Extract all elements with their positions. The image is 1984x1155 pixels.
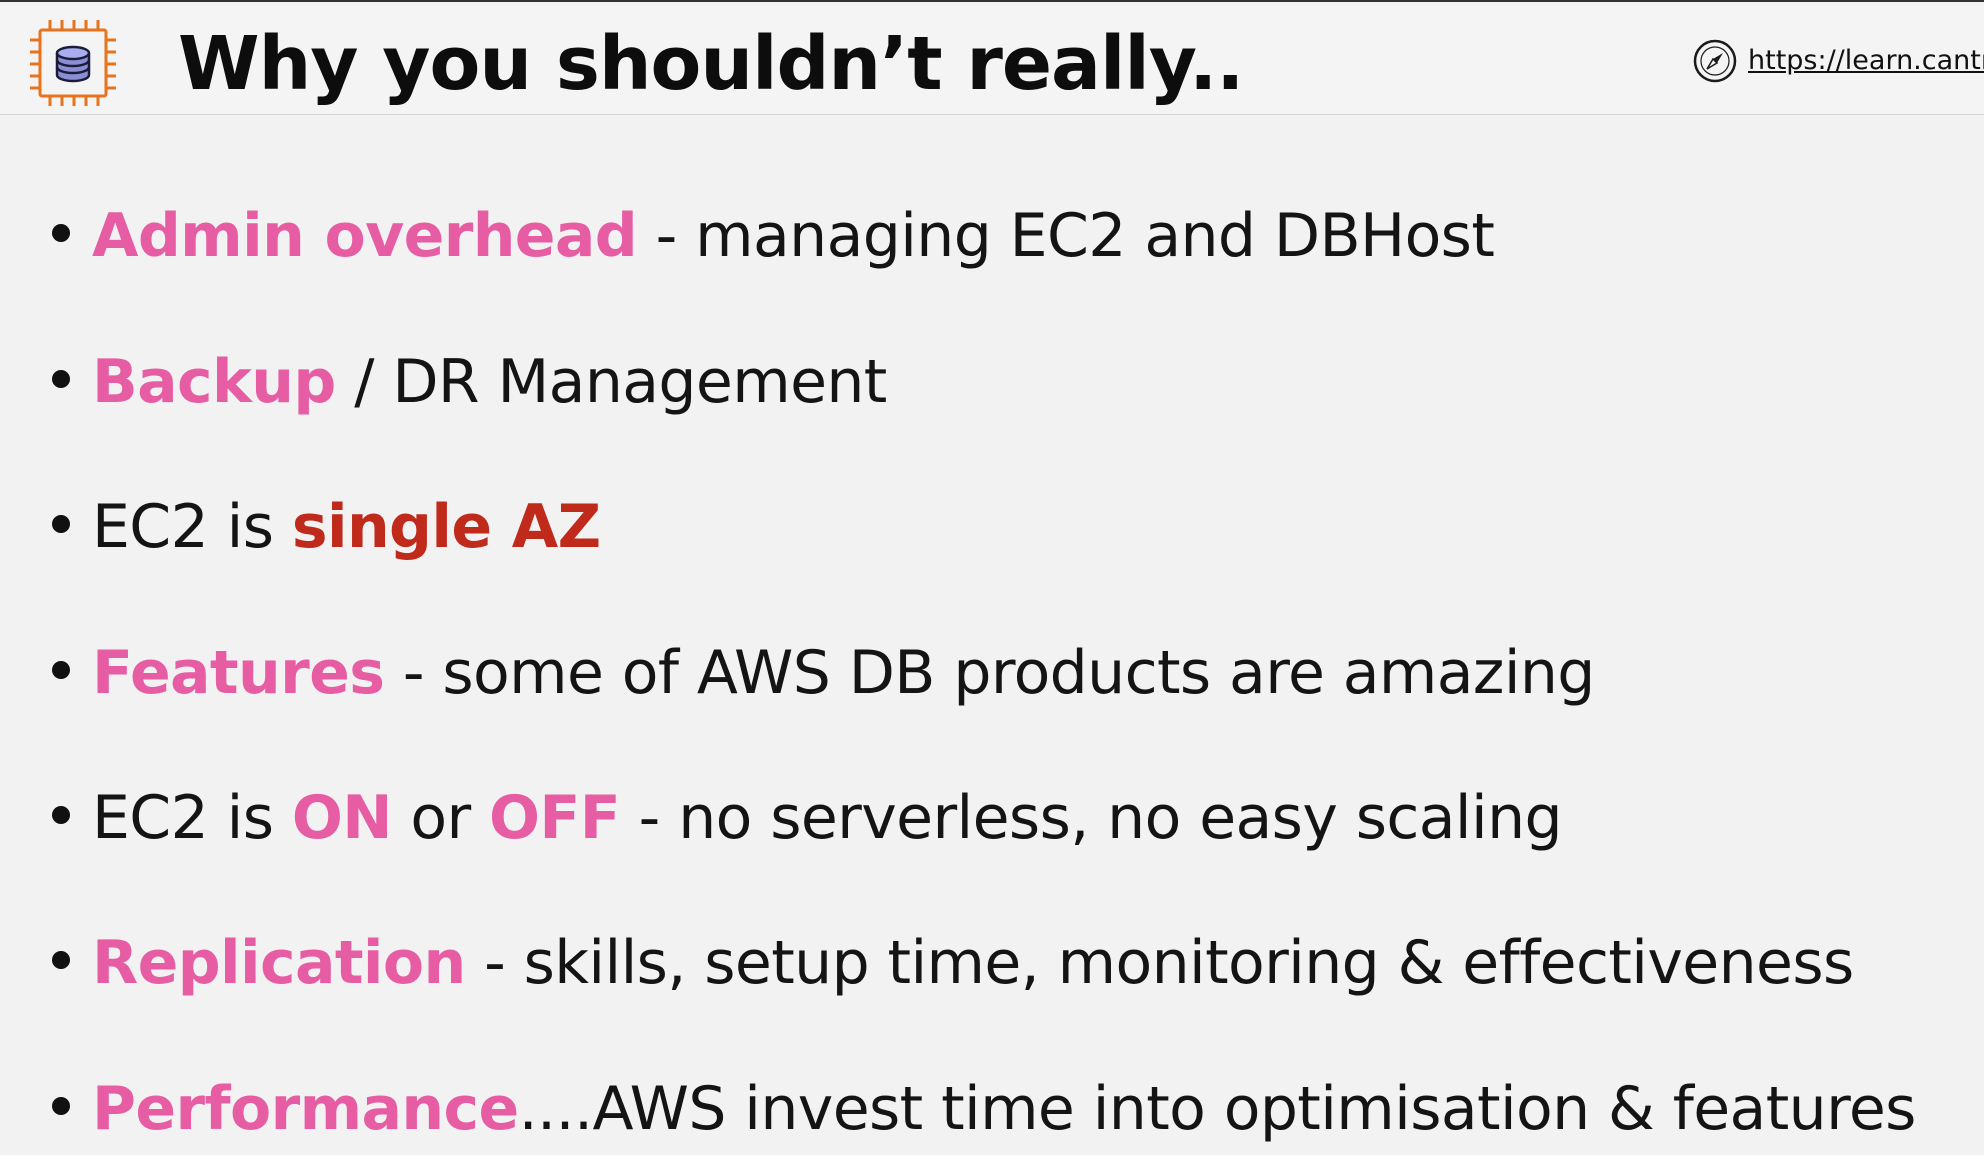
bullet-text-post: - no serverless, no easy scaling [620, 783, 1563, 853]
bullet-item-on-off: EC2 is ON or OFF - no serverless, no eas… [52, 778, 1563, 858]
bullet-highlight: Performance [92, 1074, 519, 1144]
bullet-dot-icon [52, 1097, 70, 1116]
bullet-text: - some of AWS DB products are amazing [384, 638, 1596, 708]
bullet-dot-icon [52, 370, 70, 389]
database-chip-icon [30, 20, 116, 106]
slide-header: Why you shouldn’t really.. https://learn… [0, 2, 1984, 115]
bullet-text-pre: EC2 is [92, 492, 292, 562]
bullet-item-single-az: EC2 is single AZ [52, 487, 601, 567]
bullet-highlight: Backup [92, 347, 336, 417]
bullet-highlight-2: OFF [489, 783, 621, 853]
bullet-text-pre: EC2 is [92, 783, 292, 853]
bullet-item-admin-overhead: Admin overhead - managing EC2 and DBHost [52, 196, 1495, 276]
bullet-dot-icon [52, 224, 70, 243]
bullet-highlight: ON [291, 783, 393, 853]
bullet-highlight: Admin overhead [92, 201, 638, 271]
bullet-highlight-red: single AZ [291, 492, 601, 562]
bullet-dot-icon [52, 951, 70, 970]
bullet-text: or [391, 783, 490, 853]
bullet-item-performance: Performance....AWS invest time into opti… [52, 1069, 1916, 1149]
bullet-highlight: Replication [92, 928, 466, 998]
bullet-text: / DR Management [335, 347, 887, 417]
bullet-item-replication: Replication - skills, setup time, monito… [52, 923, 1854, 1003]
bullet-dot-icon [52, 661, 70, 680]
course-url-link[interactable]: https://learn.cantrill.i [1748, 42, 1984, 80]
bullet-dot-icon [52, 515, 70, 534]
bullet-text: - managing EC2 and DBHost [637, 201, 1495, 271]
page-title: Why you shouldn’t really.. [178, 21, 1244, 107]
bullet-dot-icon [52, 806, 70, 825]
bullet-highlight: Features [92, 638, 385, 708]
bullet-item-features: Features - some of AWS DB products are a… [52, 633, 1595, 713]
compass-icon [1693, 39, 1737, 83]
bullet-item-backup: Backup / DR Management [52, 342, 887, 422]
bullet-text: ....AWS invest time into optimisation & … [518, 1074, 1917, 1144]
bullet-text: - skills, setup time, monitoring & effec… [465, 928, 1854, 998]
